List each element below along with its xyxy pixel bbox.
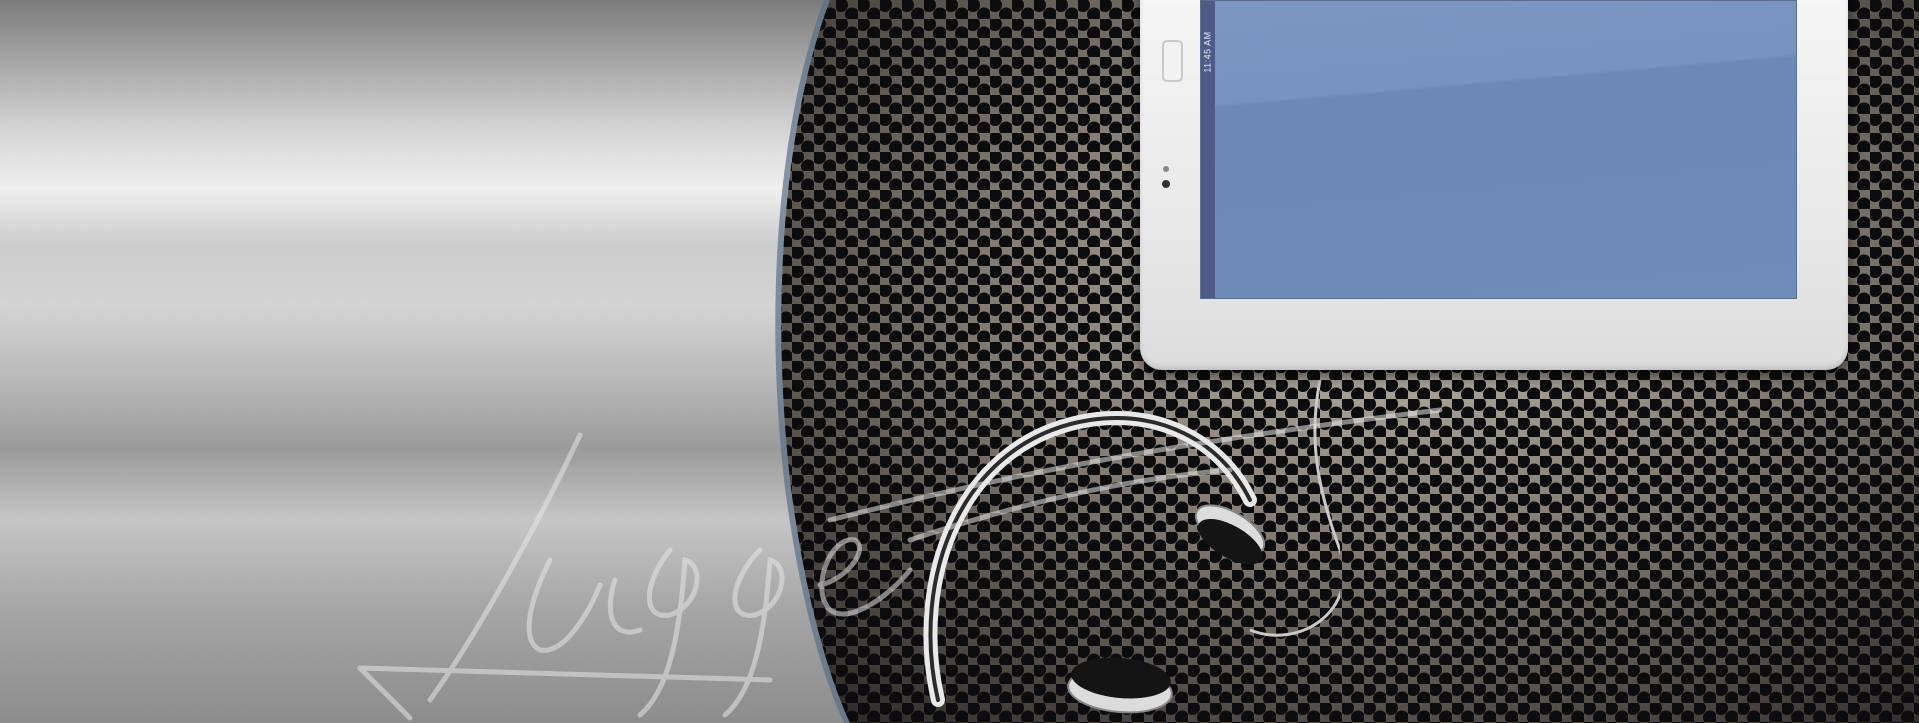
status-time: 11:45 AM	[1202, 31, 1213, 73]
tablet-device: 11:45 AM	[1140, 0, 1848, 370]
tablet-screen: 11:45 AM	[1200, 0, 1797, 299]
camera-icon	[1162, 180, 1170, 188]
hero-banner: 11:45 AM	[0, 0, 1919, 723]
signature-logo	[357, 407, 1443, 721]
sensor-icon	[1163, 166, 1169, 172]
home-button-icon	[1162, 40, 1183, 82]
status-bar: 11:45 AM	[1201, 1, 1215, 298]
